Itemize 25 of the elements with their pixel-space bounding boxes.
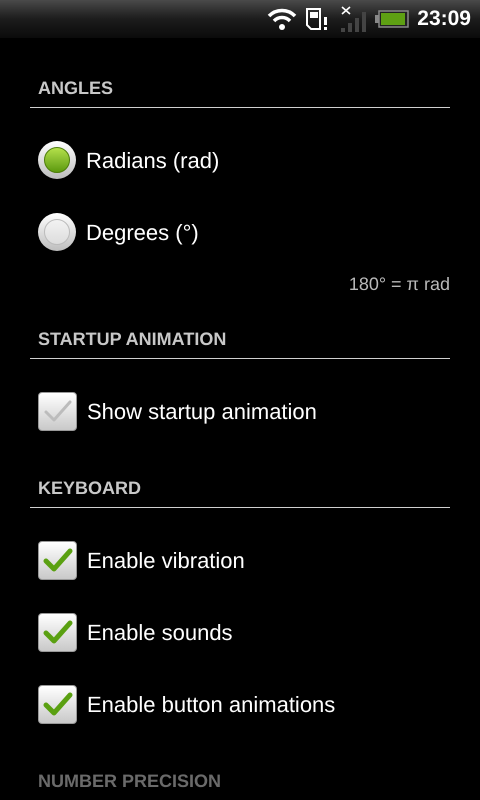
option-label: Enable vibration <box>87 546 245 574</box>
check-icon <box>42 398 72 424</box>
checkbox[interactable] <box>38 540 77 580</box>
radio-button[interactable] <box>38 141 76 179</box>
checkbox[interactable] <box>38 684 77 724</box>
option-label: Enable button animations <box>87 690 336 718</box>
section-header: KEYBOARD <box>38 478 142 498</box>
section-header: ANGLES <box>38 78 114 98</box>
option-label: Degrees (°) <box>86 218 199 247</box>
radio-button[interactable] <box>38 213 76 251</box>
check-icon <box>42 691 72 717</box>
option-label: Radians (rad) <box>86 146 220 174</box>
section-header: NUMBER PRECISION <box>38 771 222 791</box>
check-icon <box>42 547 72 573</box>
checkbox[interactable] <box>38 392 77 430</box>
option-label: Show startup animation <box>87 398 317 426</box>
signal-icon <box>339 5 368 33</box>
hint-text: 180° = π rad <box>348 273 450 296</box>
checkbox[interactable] <box>38 612 77 652</box>
wifi-icon <box>267 7 298 31</box>
clock: 23:09 <box>417 6 471 32</box>
option-label: Enable sounds <box>87 618 233 646</box>
battery-icon <box>375 9 410 29</box>
check-icon <box>42 619 72 645</box>
section-header: STARTUP ANIMATION <box>38 329 226 349</box>
